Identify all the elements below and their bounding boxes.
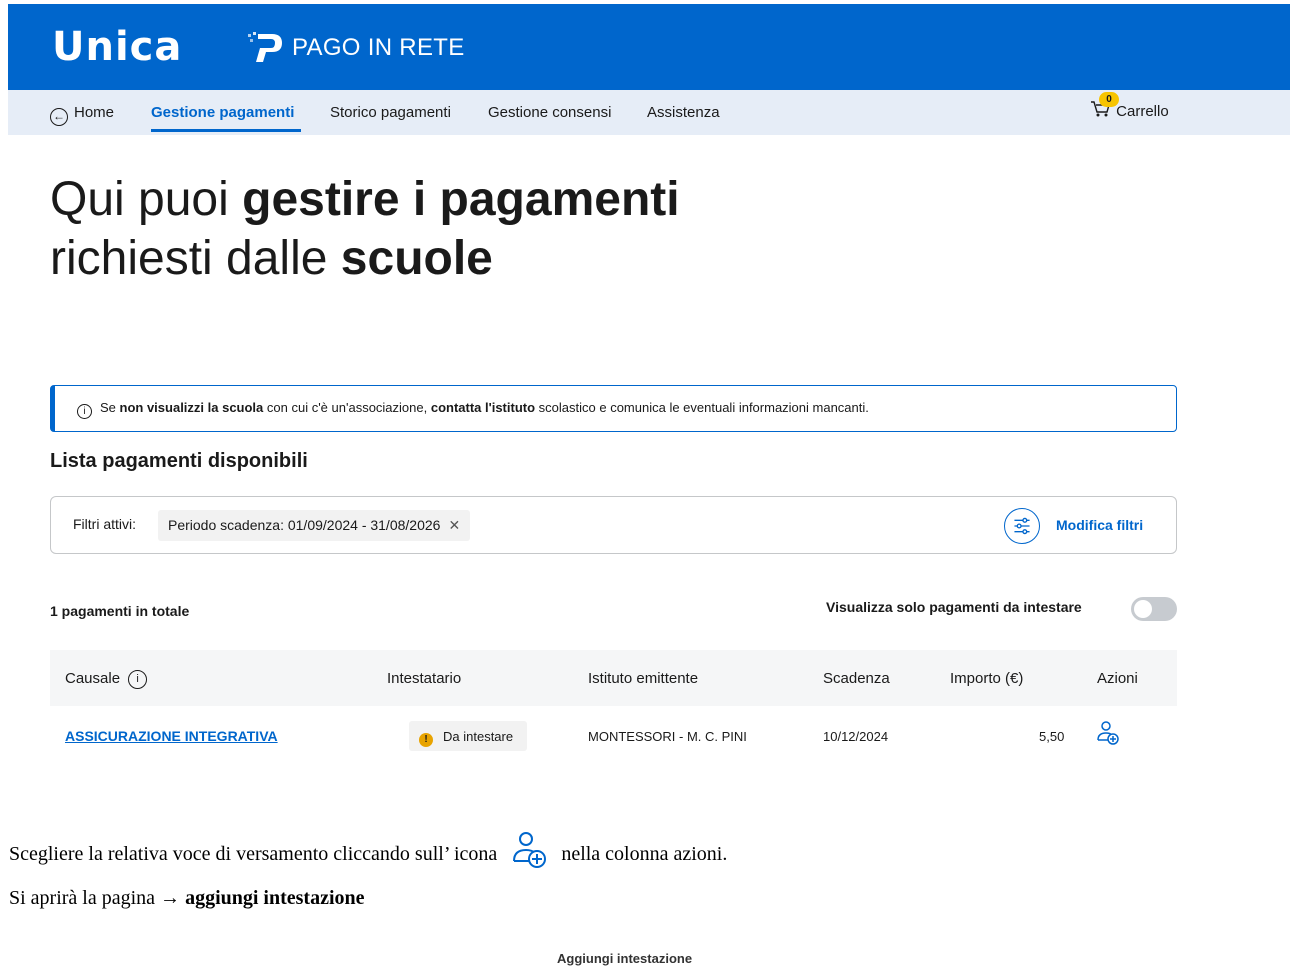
active-filters-bar: Filtri attivi: Periodo scadenza: 01/09/2… — [50, 496, 1177, 554]
pago-in-rete-logo-icon — [248, 32, 282, 62]
cell-importo: 5,50 — [1039, 729, 1065, 744]
cell-istituto: MONTESSORI - M. C. PINI — [588, 729, 747, 744]
nav-home-label: Home — [74, 104, 115, 121]
close-icon[interactable]: ✕ — [448, 517, 460, 533]
filter-chip-periodo: Periodo scadenza: 01/09/2024 - 31/08/202… — [158, 510, 471, 541]
status-badge: ! Da intestare — [409, 721, 528, 751]
table-header: Causale i Intestatario Istituto emittente… — [50, 650, 1177, 706]
instruction-text-c: Si aprirà la pagina → — [9, 887, 186, 909]
nav-item-storico-pagamenti[interactable]: Storico pagamenti — [330, 104, 451, 121]
back-arrow-icon: ← — [50, 108, 68, 126]
top-header: Unica PAGO IN RETE — [8, 4, 1290, 90]
info-bold-2: contatta l'istituto — [430, 400, 536, 415]
toggle-knob — [1134, 600, 1152, 618]
instruction-text-b: nella colonna azioni. — [561, 843, 728, 865]
edit-filters-button[interactable]: Modifica filtri — [1056, 517, 1143, 533]
column-header-istituto: Istituto emittente — [588, 670, 699, 687]
next-page-title: Aggiungi intestazione — [557, 951, 693, 966]
list-title: Lista pagamenti disponibili — [50, 450, 308, 472]
column-header-label: Causale — [65, 670, 121, 687]
title-bold-1: gestire i pagamenti — [242, 173, 680, 226]
main-nav: ← Home Gestione pagamenti Storico pagamen… — [8, 90, 1290, 135]
cart-count-badge: 0 — [1099, 92, 1119, 107]
unica-logo[interactable]: Unica — [52, 24, 182, 70]
filters-label: Filtri attivi: — [73, 516, 136, 532]
info-text-3: scolastico e comunica le eventuali infor… — [535, 400, 869, 415]
causale-link[interactable]: ASSICURAZIONE INTEGRATIVA — [65, 728, 278, 744]
total-count: 1 pagamenti in totale — [50, 603, 190, 619]
title-part-1: Qui puoi — [50, 173, 243, 226]
cart-label: Carrello — [1116, 103, 1169, 120]
cart-link[interactable]: 0 Carrello — [1090, 92, 1169, 120]
active-tab-indicator — [151, 129, 301, 132]
nav-item-gestione-consensi[interactable]: Gestione consensi — [488, 104, 611, 121]
info-icon: i — [77, 404, 92, 419]
instruction-bold: aggiungi intestazione — [185, 887, 365, 909]
table-row: ASSICURAZIONE INTEGRATIVA ! Da intestare … — [50, 706, 1177, 766]
sliders-icon[interactable] — [1004, 508, 1040, 544]
info-callout: i Se non visualizzi la scuola con cui c'è… — [50, 385, 1177, 432]
column-header-intestatario: Intestatario — [387, 670, 462, 687]
title-part-2: richiesti dalle — [50, 232, 341, 285]
filter-chip-label: Periodo scadenza: 01/09/2024 - 31/08/202… — [168, 517, 441, 533]
column-header-azioni: Azioni — [1097, 670, 1138, 687]
column-header-importo: Importo (€) — [950, 670, 1024, 687]
nav-item-assistenza[interactable]: Assistenza — [647, 104, 720, 121]
nav-item-gestione-pagamenti[interactable]: Gestione pagamenti — [151, 104, 294, 121]
info-bold-1: non visualizzi la scuola — [119, 400, 264, 415]
warning-icon: ! — [419, 733, 433, 747]
add-user-icon — [513, 832, 547, 868]
instruction-line-1: Scegliere la relativa voce di versamento… — [9, 830, 727, 870]
cell-scadenza: 10/12/2024 — [823, 729, 889, 744]
info-text-1: Se — [100, 400, 120, 415]
cart-icon: 0 — [1090, 92, 1119, 118]
column-header-scadenza: Scadenza — [823, 670, 890, 687]
column-header-causale: Causale i — [65, 670, 148, 689]
info-icon[interactable]: i — [128, 670, 148, 689]
instruction-text-a: Scegliere la relativa voce di versamento… — [9, 843, 498, 865]
service-name: PAGO IN RETE — [292, 34, 465, 61]
status-badge-label: Da intestare — [443, 729, 514, 744]
page-title: Qui puoi gestire i pagamenti richiesti d… — [50, 170, 690, 288]
add-user-icon[interactable] — [1096, 720, 1120, 746]
toggle-label: Visualizza solo pagamenti da intestare — [826, 599, 1082, 615]
only-unassigned-toggle[interactable] — [1131, 597, 1177, 621]
title-bold-2: scuole — [340, 232, 493, 285]
instruction-line-2: Si aprirà la pagina → aggiungi intestazi… — [9, 887, 365, 910]
info-text-2: con cui c'è un'associazione, — [263, 400, 431, 415]
nav-home-link[interactable]: ← Home — [50, 104, 114, 126]
